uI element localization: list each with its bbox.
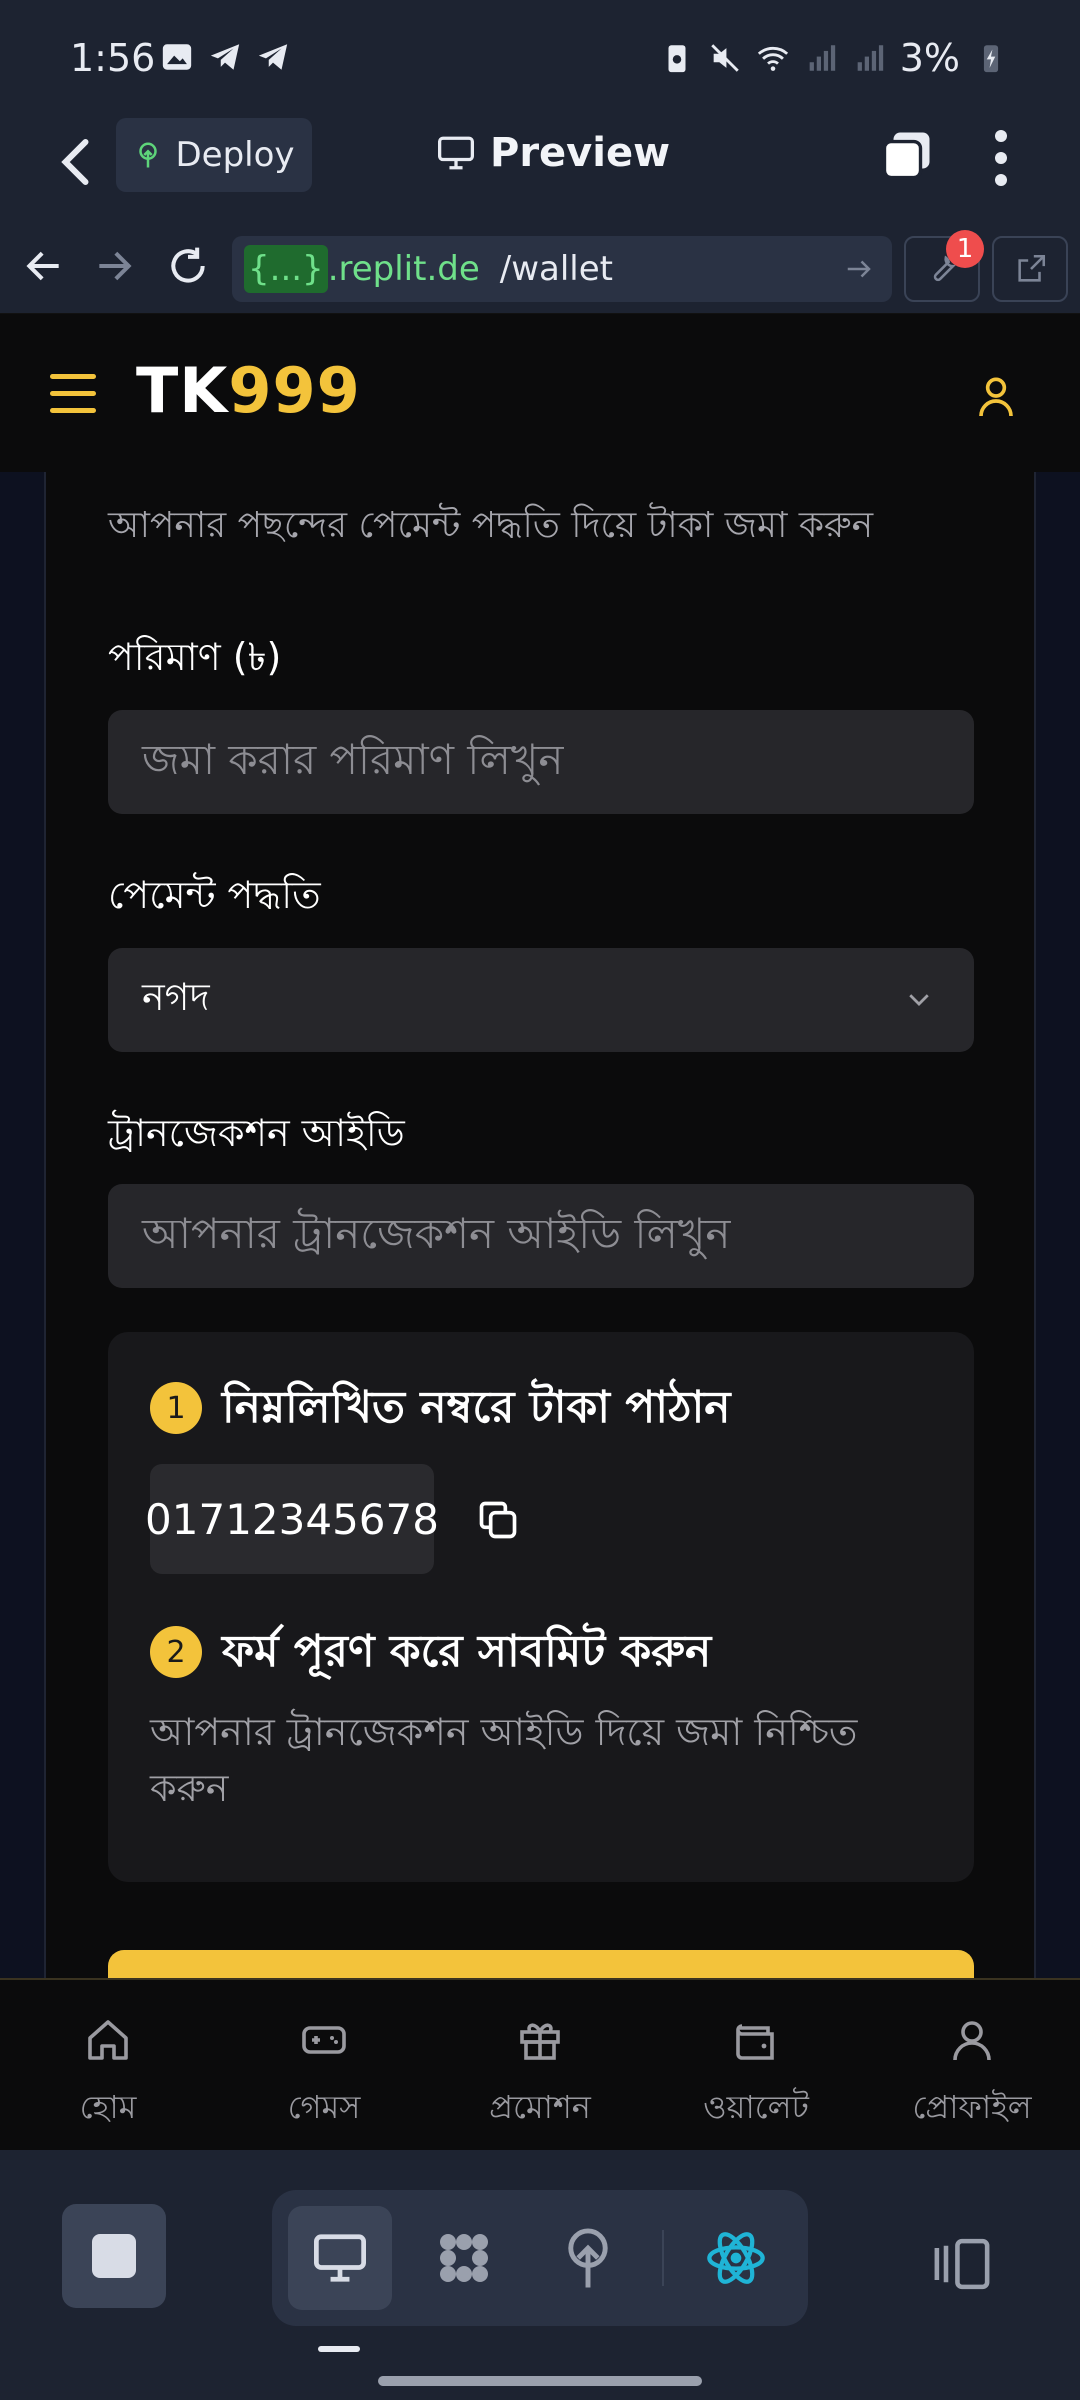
- browser-forward-icon[interactable]: [92, 244, 136, 288]
- transaction-id-label: ট্রানজেকশন আইডি: [108, 1111, 405, 1155]
- step-1-title: নিম্নলিখিত নম্বরে টাকা পাঠান: [222, 1382, 731, 1433]
- deposit-card: আপনার পছন্দের পেমেন্ট পদ্ধতি দিয়ে টাকা …: [44, 472, 1036, 1978]
- profile-icon: [953, 2021, 991, 2061]
- submit-button[interactable]: [108, 1950, 974, 1978]
- back-arrow-icon[interactable]: [48, 132, 108, 192]
- menu-icon[interactable]: [50, 374, 96, 414]
- app-header: TK999: [0, 314, 1080, 472]
- brand-suffix: 999: [228, 354, 361, 427]
- nav-item-games[interactable]: গেমস: [234, 2016, 414, 2136]
- copy-icon[interactable]: [476, 1498, 520, 1542]
- stop-button[interactable]: [62, 2204, 166, 2308]
- deploy-tool-button[interactable]: [536, 2206, 640, 2310]
- deploy-icon: [568, 2228, 608, 2288]
- step-2-description: আপনার ট্রানজেকশন আইডি দিয়ে জমা নিশ্চিত …: [150, 1710, 858, 1810]
- gallery-icon: [162, 44, 192, 70]
- signal-icon: [809, 45, 835, 71]
- agent-tool-button[interactable]: [412, 2206, 516, 2310]
- signal-icon: [857, 45, 883, 71]
- nav-label-promotion: প্রমোশন: [489, 2088, 591, 2126]
- wifi-icon: [757, 46, 788, 71]
- payment-method-label: পেমেন্ট পদ্ধতি: [108, 873, 321, 917]
- react-tool-button[interactable]: [684, 2206, 788, 2310]
- bottom-nav: হোম গেমস প্রমোশন ওয়ালেট প্রোফাইল: [0, 1978, 1080, 2150]
- instructions-box: 1 নিম্নলিখিত নম্বরে টাকা পাঠান 017123456…: [108, 1332, 974, 1882]
- nav-label-wallet: ওয়ালেট: [703, 2088, 809, 2126]
- agent-icon: [440, 2234, 488, 2282]
- battery-charging-icon: [983, 45, 999, 73]
- preview-label: Preview: [490, 130, 671, 176]
- monitor-icon: [438, 136, 474, 170]
- amount-placeholder: জমা করার পরিমাণ লিখুন: [142, 734, 564, 784]
- amount-input[interactable]: জমা করার পরিমাণ লিখুন: [108, 710, 974, 814]
- phone-number: 01712345678: [145, 1464, 439, 1574]
- url-brace: {...}: [244, 245, 328, 293]
- more-options-icon[interactable]: [986, 128, 1016, 188]
- devtools-badge: 1: [946, 230, 984, 268]
- nav-label-home: হোম: [79, 2088, 137, 2126]
- open-external-button[interactable]: [992, 236, 1068, 302]
- battery-saver-icon: [668, 45, 686, 73]
- gift-icon: [520, 2023, 560, 2060]
- stop-icon: [92, 2234, 136, 2278]
- mute-icon: [710, 44, 739, 72]
- system-indicators: 3%: [660, 36, 1008, 80]
- url-host: .replit.de: [327, 249, 480, 289]
- preview-tool-button[interactable]: [288, 2206, 392, 2310]
- deploy-icon: [139, 142, 158, 168]
- status-time: 1:56: [70, 36, 156, 80]
- notification-icons: [160, 40, 290, 74]
- transaction-id-placeholder: আপনার ট্রানজেকশন আইডি লিখুন: [142, 1208, 731, 1258]
- nav-item-profile[interactable]: প্রোফাইল: [882, 2016, 1062, 2136]
- status-bar: 1:56 3%: [0, 0, 1080, 110]
- step-number-2: 2: [150, 1626, 202, 1678]
- active-tab-indicator: [318, 2346, 360, 2352]
- browser-back-icon[interactable]: [22, 244, 66, 288]
- tool-group: [272, 2190, 808, 2326]
- gamepad-icon: [302, 2026, 346, 2054]
- browser-url-row: {...} .replit.de /wallet 1: [0, 222, 1080, 314]
- url-input[interactable]: {...} .replit.de /wallet: [232, 236, 892, 302]
- payment-method-select[interactable]: নগদ: [108, 948, 974, 1052]
- battery-percent: 3%: [899, 36, 960, 80]
- replit-top-bar: Deploy Preview: [0, 110, 1080, 222]
- replit-toolbar: [0, 2150, 1080, 2400]
- home-icon: [88, 2020, 128, 2060]
- preview-title: Preview: [436, 130, 670, 176]
- deploy-button[interactable]: Deploy: [116, 118, 312, 192]
- external-link-icon: [1018, 254, 1046, 282]
- tabs-icon[interactable]: [880, 128, 934, 182]
- side-panel-icon[interactable]: [930, 2236, 994, 2292]
- main-content: আপনার পছন্দের পেমেন্ট পদ্ধতি দিয়ে টাকা …: [0, 472, 1080, 1978]
- gesture-bar: [378, 2376, 702, 2386]
- go-arrow-icon[interactable]: [844, 254, 874, 284]
- amount-label: পরিমাণ (৳): [108, 635, 282, 679]
- telegram-icon: [258, 44, 288, 70]
- step-number-1: 1: [150, 1382, 202, 1434]
- deposit-subtitle: আপনার পছন্দের পেমেন্ট পদ্ধতি দিয়ে টাকা …: [108, 505, 874, 546]
- brand-logo[interactable]: TK999: [136, 354, 361, 427]
- nav-item-wallet[interactable]: ওয়ালেট: [666, 2016, 846, 2136]
- nav-label-profile: প্রোফাইল: [912, 2088, 1032, 2126]
- react-icon: [707, 2232, 765, 2284]
- chevron-down-icon: [909, 994, 929, 1006]
- brand-prefix: TK: [136, 354, 229, 427]
- nav-item-home[interactable]: হোম: [18, 2016, 198, 2136]
- nav-label-games: গেমস: [287, 2088, 361, 2126]
- nav-item-promotion[interactable]: প্রমোশন: [450, 2016, 630, 2136]
- user-icon[interactable]: [976, 374, 1016, 418]
- payment-method-value: নগদ: [142, 975, 210, 1019]
- transaction-id-input[interactable]: আপনার ট্রানজেকশন আইডি লিখুন: [108, 1184, 974, 1288]
- toolbar-separator: [662, 2230, 664, 2286]
- step-2-title: ফর্ম পূরণ করে সাবমিট করুন: [222, 1626, 712, 1677]
- telegram-icon: [210, 44, 240, 70]
- wallet-icon: [736, 2024, 774, 2060]
- deploy-label: Deploy: [175, 135, 295, 175]
- url-path: /wallet: [499, 249, 614, 289]
- reload-icon[interactable]: [166, 244, 210, 288]
- monitor-icon: [314, 2234, 366, 2282]
